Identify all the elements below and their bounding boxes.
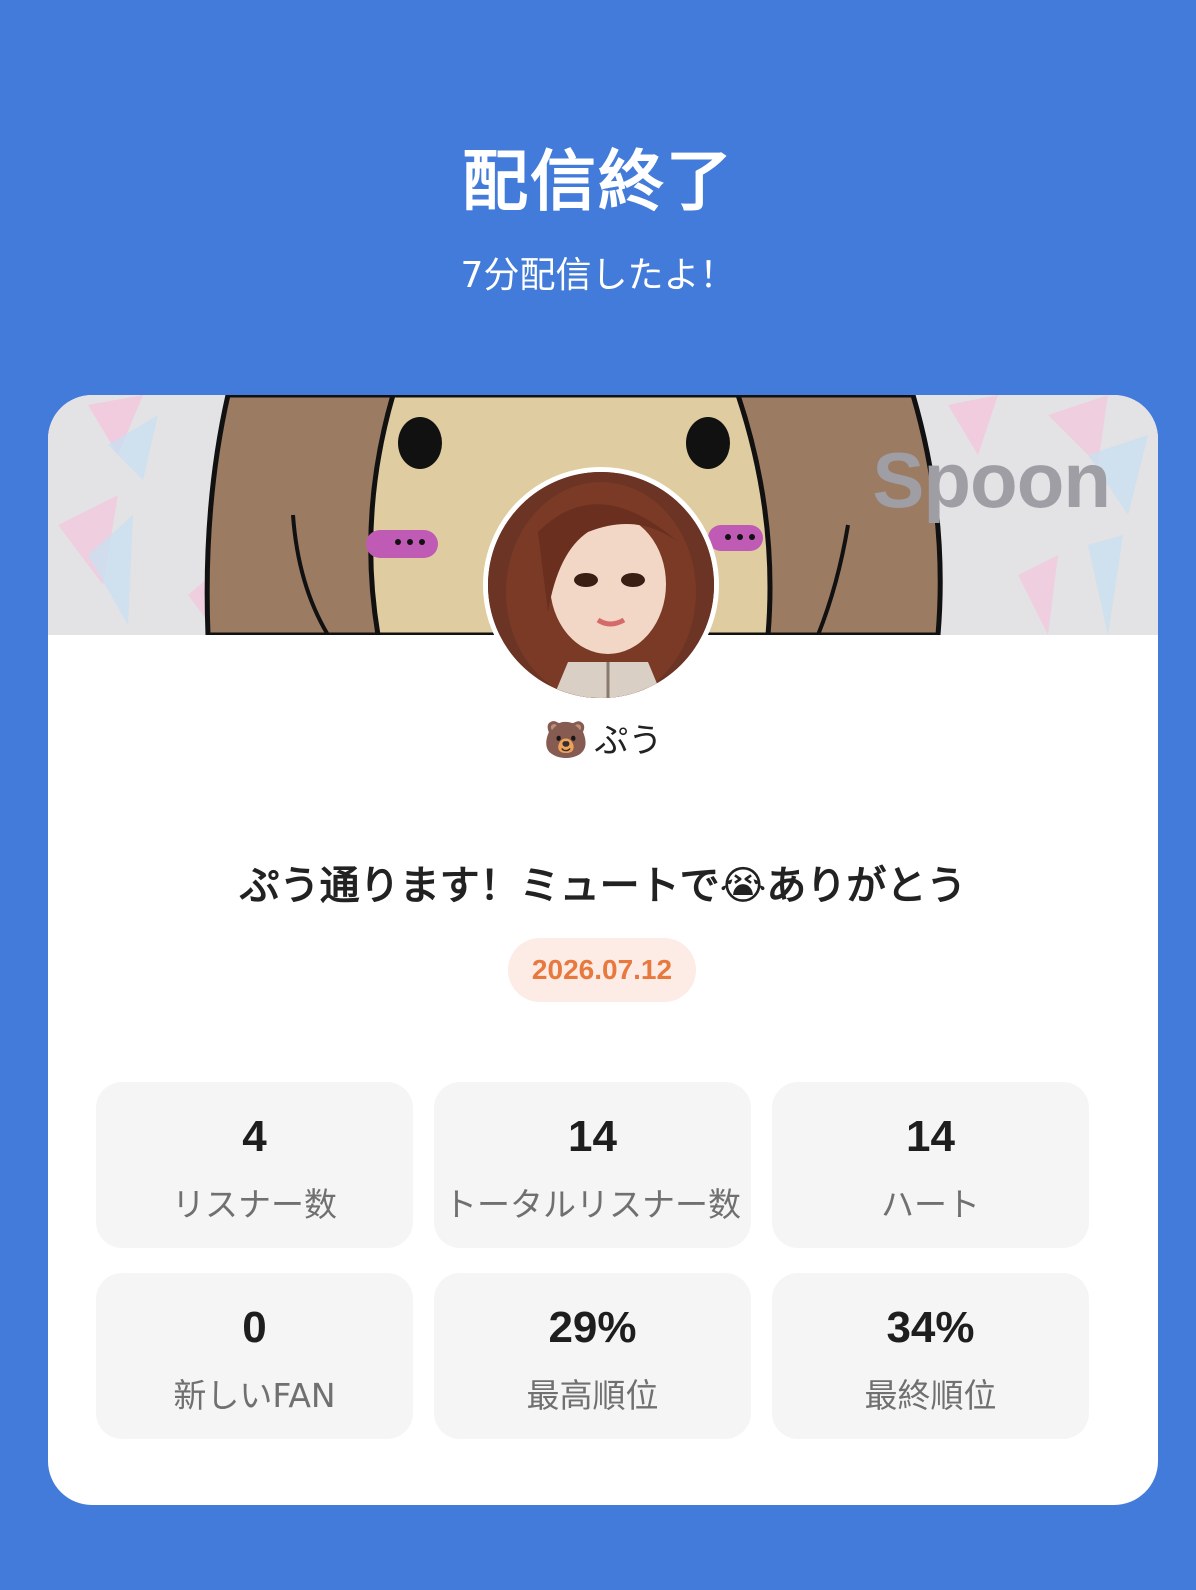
stream-title: ぷう通ります！ミュートで😭ありがとう <box>239 863 967 909</box>
stat-value: 34% <box>886 1303 975 1352</box>
stat-label: 最高順位 <box>526 1376 659 1415</box>
stat-value: 14 <box>906 1112 955 1161</box>
date-badge: 2026.07.12 <box>508 938 696 1002</box>
page-subtitle: 7分配信したよ！ <box>460 255 736 296</box>
stat-final-rank: 34% 最終順位 <box>772 1273 1089 1439</box>
stat-new-fans: 0 新しいFAN <box>96 1273 413 1439</box>
stat-label: 新しいFAN <box>173 1376 336 1415</box>
page-title: 配信終了 <box>462 143 734 220</box>
stat-label: 最終順位 <box>864 1376 997 1415</box>
stat-total-listeners: 14 トータルリスナー数 <box>434 1082 751 1248</box>
stat-listeners: 4 リスナー数 <box>96 1082 413 1248</box>
stat-label: トータルリスナー数 <box>444 1185 741 1224</box>
username-text: ぷう <box>594 721 663 761</box>
live-summary-card: Spoon 🐻 ぷう ぷう通ります！ミュートで😭ありがとう 2026.07.12 … <box>48 395 1158 1505</box>
bear-icon: 🐻 <box>543 720 589 761</box>
avatar-portrait <box>488 472 714 698</box>
username: 🐻 ぷう <box>48 713 1158 762</box>
stat-highest-rank: 29% 最高順位 <box>434 1273 751 1439</box>
stat-value: 4 <box>242 1112 267 1161</box>
stat-value: 14 <box>568 1112 617 1161</box>
stat-label: ハート <box>881 1185 980 1224</box>
stat-value: 29% <box>548 1303 637 1352</box>
spoon-logo: Spoon <box>872 436 1111 524</box>
stat-value: 0 <box>242 1303 267 1352</box>
stat-hearts: 14 ハート <box>772 1082 1089 1248</box>
stat-label: リスナー数 <box>172 1185 337 1224</box>
avatar[interactable] <box>483 467 719 703</box>
